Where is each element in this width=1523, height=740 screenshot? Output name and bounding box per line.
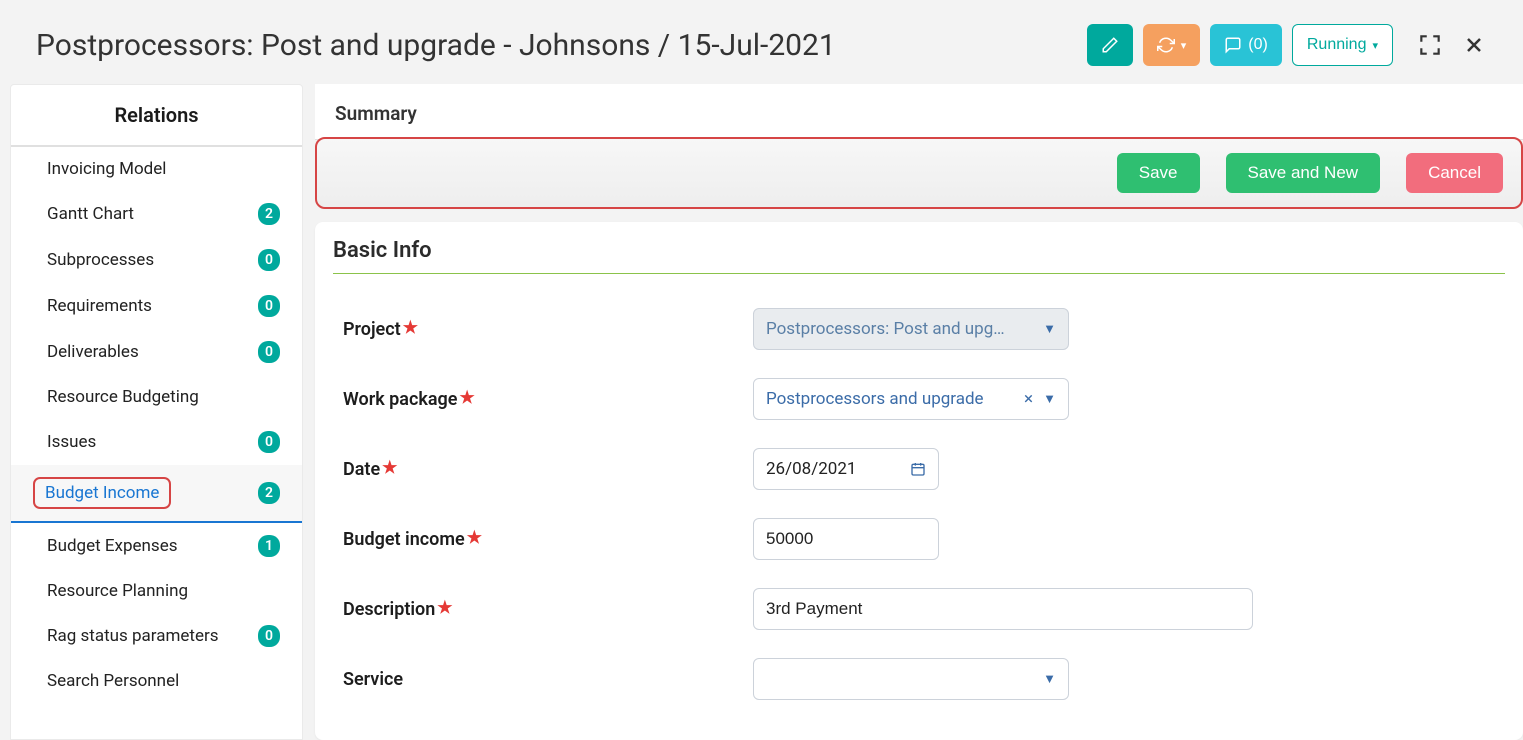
sidebar-item-resource-planning[interactable]: Resource Planning (11, 569, 302, 613)
label-date: Date (343, 459, 380, 480)
date-value: 26/08/2021 (766, 459, 856, 479)
project-select[interactable]: Postprocessors: Post and upgrad… ▼ (753, 308, 1069, 350)
expand-icon (1417, 32, 1443, 58)
field-budget-income: Budget income★ (333, 504, 1505, 574)
main-area: Summary Save Save and New Cancel Basic I… (303, 84, 1523, 740)
required-star: ★ (437, 598, 452, 618)
sidebar-item-label: Resource Planning (47, 581, 188, 601)
sidebar-badge: 2 (258, 203, 280, 225)
required-star: ★ (459, 388, 474, 408)
work-package-value: Postprocessors and upgrade (766, 389, 984, 409)
service-select[interactable]: ▼ (753, 658, 1069, 700)
label-service: Service (343, 669, 403, 690)
field-date: Date★ 26/08/2021 (333, 434, 1505, 504)
chevron-down-icon: ▼ (1043, 391, 1056, 407)
sidebar-item-resource-budgeting[interactable]: Resource Budgeting (11, 375, 302, 419)
page-header: Postprocessors: Post and upgrade - Johns… (0, 0, 1523, 84)
comments-count: (0) (1248, 36, 1268, 54)
sidebar-item-rag-status-parameters[interactable]: Rag status parameters 0 (11, 613, 302, 659)
field-work-package: Work package★ Postprocessors and upgrade… (333, 364, 1505, 434)
required-star: ★ (382, 458, 397, 478)
sidebar-item-label: Issues (47, 432, 96, 452)
sidebar-badge: 0 (258, 341, 280, 363)
refresh-icon (1157, 36, 1175, 54)
sidebar-item-label: Budget Expenses (47, 536, 178, 556)
sidebar-item-label: Subprocesses (47, 250, 154, 270)
sidebar-badge: 2 (258, 482, 280, 504)
sidebar-item-gantt-chart[interactable]: Gantt Chart 2 (11, 191, 302, 237)
status-dropdown[interactable]: Running ▾ (1292, 24, 1393, 66)
sidebar-item-budget-expenses[interactable]: Budget Expenses 1 (11, 523, 302, 569)
cancel-button[interactable]: Cancel (1406, 153, 1503, 193)
work-package-select[interactable]: Postprocessors and upgrade × ▼ (753, 378, 1069, 420)
basic-info-card: Basic Info Project★ Postprocessors: Post… (315, 222, 1523, 740)
sidebar: Relations Invoicing Model Gantt Chart 2 Sub… (10, 84, 303, 740)
status-label: Running (1307, 36, 1367, 54)
description-input[interactable] (753, 588, 1253, 630)
clear-icon[interactable]: × (1024, 389, 1033, 409)
sidebar-item-label: Requirements (47, 296, 152, 316)
close-button[interactable] (1461, 32, 1487, 58)
sidebar-item-subprocesses[interactable]: Subprocesses 0 (11, 237, 302, 283)
save-button[interactable]: Save (1117, 153, 1200, 193)
sidebar-title: Relations (11, 85, 302, 147)
sidebar-item-deliverables[interactable]: Deliverables 0 (11, 329, 302, 375)
chevron-down-icon: ▼ (1043, 671, 1056, 687)
fullscreen-button[interactable] (1417, 32, 1443, 58)
refresh-button[interactable]: ▾ (1143, 24, 1201, 66)
field-description: Description★ (333, 574, 1505, 644)
action-buttons-highlight: Save Save and New Cancel (315, 137, 1523, 209)
save-and-new-button[interactable]: Save and New (1226, 153, 1381, 193)
sidebar-item-requirements[interactable]: Requirements 0 (11, 283, 302, 329)
sidebar-item-label: Budget Income (45, 483, 159, 503)
required-star: ★ (467, 528, 482, 548)
label-description: Description (343, 599, 435, 620)
comments-button[interactable]: (0) (1210, 24, 1282, 66)
sidebar-item-label: Deliverables (47, 342, 139, 362)
sidebar-badge: 0 (258, 625, 280, 647)
sidebar-item-budget-income[interactable]: Budget Income 2 (11, 465, 302, 523)
summary-header: Summary (315, 84, 1523, 140)
comment-icon (1224, 36, 1242, 54)
sidebar-badge: 0 (258, 431, 280, 453)
sidebar-item-invoicing-model[interactable]: Invoicing Model (11, 147, 302, 191)
field-service: Service ▼ (333, 644, 1505, 714)
calendar-icon[interactable] (910, 461, 926, 477)
label-work-package: Work package (343, 389, 457, 410)
sidebar-item-label: Resource Budgeting (47, 387, 199, 407)
edit-button[interactable] (1087, 24, 1133, 66)
field-project: Project★ Postprocessors: Post and upgrad… (333, 294, 1505, 364)
required-star: ★ (403, 318, 418, 338)
sidebar-badge: 0 (258, 295, 280, 317)
label-project: Project (343, 319, 401, 340)
chevron-down-icon: ▾ (1181, 39, 1187, 52)
sidebar-badge: 0 (258, 249, 280, 271)
project-value: Postprocessors: Post and upgrad… (766, 319, 1006, 339)
chevron-down-icon: ▾ (1372, 39, 1378, 52)
budget-income-input[interactable] (753, 518, 939, 560)
sidebar-item-label: Rag status parameters (47, 626, 219, 646)
label-budget-income: Budget income (343, 529, 465, 550)
chevron-down-icon: ▼ (1043, 321, 1056, 337)
sidebar-item-issues[interactable]: Issues 0 (11, 419, 302, 465)
pencil-icon (1101, 36, 1119, 54)
page-title: Postprocessors: Post and upgrade - Johns… (36, 28, 836, 63)
sidebar-item-search-personnel[interactable]: Search Personnel (11, 659, 302, 703)
date-input[interactable]: 26/08/2021 (753, 448, 939, 490)
sidebar-item-label: Gantt Chart (47, 204, 134, 224)
sidebar-badge: 1 (258, 535, 280, 557)
card-title: Basic Info (333, 238, 1505, 274)
close-icon (1462, 33, 1486, 57)
sidebar-item-label: Search Personnel (47, 671, 179, 691)
sidebar-item-label: Invoicing Model (47, 159, 166, 179)
header-toolbar: ▾ (0) Running ▾ (1087, 24, 1487, 66)
